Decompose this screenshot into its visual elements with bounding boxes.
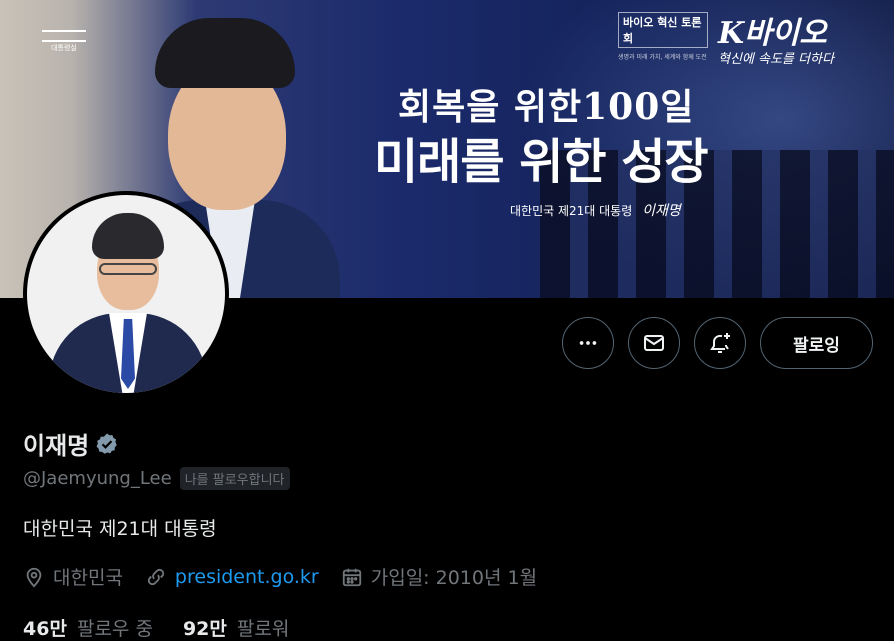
followers-label: 팔로워 [236, 618, 290, 640]
profile-joined: 가입일: 2010년 1월 [341, 563, 537, 590]
banner-subline: 대한민국 제21대 대통령 이재명 [510, 200, 681, 220]
profile-location: 대한민국 [23, 563, 123, 590]
link-icon [147, 568, 165, 585]
more-button[interactable] [562, 317, 614, 369]
banner-person-hair [155, 18, 295, 88]
bell-plus-icon [710, 333, 730, 353]
avatar-hair [92, 213, 164, 259]
location-pin-icon [26, 567, 42, 587]
banner-subline-text: 대한민국 제21대 대통령 [510, 204, 633, 218]
forum-title: 바이오 혁신 토론회 [618, 12, 708, 48]
banner-headline-2: 미래를 위한 성장 [374, 134, 709, 190]
presidential-office-logo: 대통령실 [34, 30, 94, 53]
profile-handle: @Jaemyung_Lee [23, 468, 172, 489]
banner-signature: 이재명 [642, 203, 681, 219]
website-link[interactable]: president.go.kr [175, 566, 319, 588]
profile-name: 이재명 [23, 432, 90, 460]
kbio-sub: 혁신에 속도를 더하다 [718, 52, 834, 67]
profile-name-row: 이재명 [23, 426, 119, 461]
profile-avatar[interactable] [23, 191, 229, 397]
banner-kbio: K바이오 혁신에 속도를 더하다 [718, 8, 834, 67]
profile-bio: 대한민국 제21대 대통령 [23, 518, 217, 540]
profile-handle-row: @Jaemyung_Lee 나를 팔로우합니다 [23, 467, 290, 490]
following-stat[interactable]: 46만 팔로우 중 [23, 614, 153, 641]
following-button[interactable]: 팔로잉 [760, 317, 873, 369]
location-text: 대한민국 [53, 567, 123, 589]
following-label: 팔로우 중 [76, 618, 153, 640]
message-button[interactable] [628, 317, 680, 369]
calendar-icon [342, 568, 361, 586]
followers-stat[interactable]: 92만 팔로워 [183, 614, 289, 641]
more-icon [579, 341, 597, 345]
profile-website: president.go.kr [145, 566, 319, 588]
logo-mark-icon [42, 30, 86, 42]
follows-you-badge: 나를 팔로우합니다 [179, 467, 290, 490]
profile-meta: 대한민국 president.go.kr 가입일: 2010년 1월 [23, 563, 559, 590]
following-count: 46만 [23, 618, 67, 640]
joined-text: 가입일: 2010년 1월 [370, 567, 538, 589]
notifications-button[interactable] [694, 317, 746, 369]
verified-badge-icon[interactable] [95, 432, 119, 456]
avatar-glasses [99, 263, 157, 275]
kbio-title: K바이오 [718, 16, 827, 51]
followers-count: 92만 [182, 618, 227, 640]
banner-forum-label: 바이오 혁신 토론회 생명과 미래 가치, 세계와 함께 도전 [618, 12, 708, 61]
profile-stats: 46만 팔로우 중 92만 팔로워 [23, 614, 319, 641]
forum-desc: 생명과 미래 가치, 세계와 함께 도전 [618, 54, 707, 61]
logo-text: 대통령실 [51, 44, 77, 52]
avatar-photo [27, 195, 225, 393]
mail-icon [644, 335, 664, 351]
